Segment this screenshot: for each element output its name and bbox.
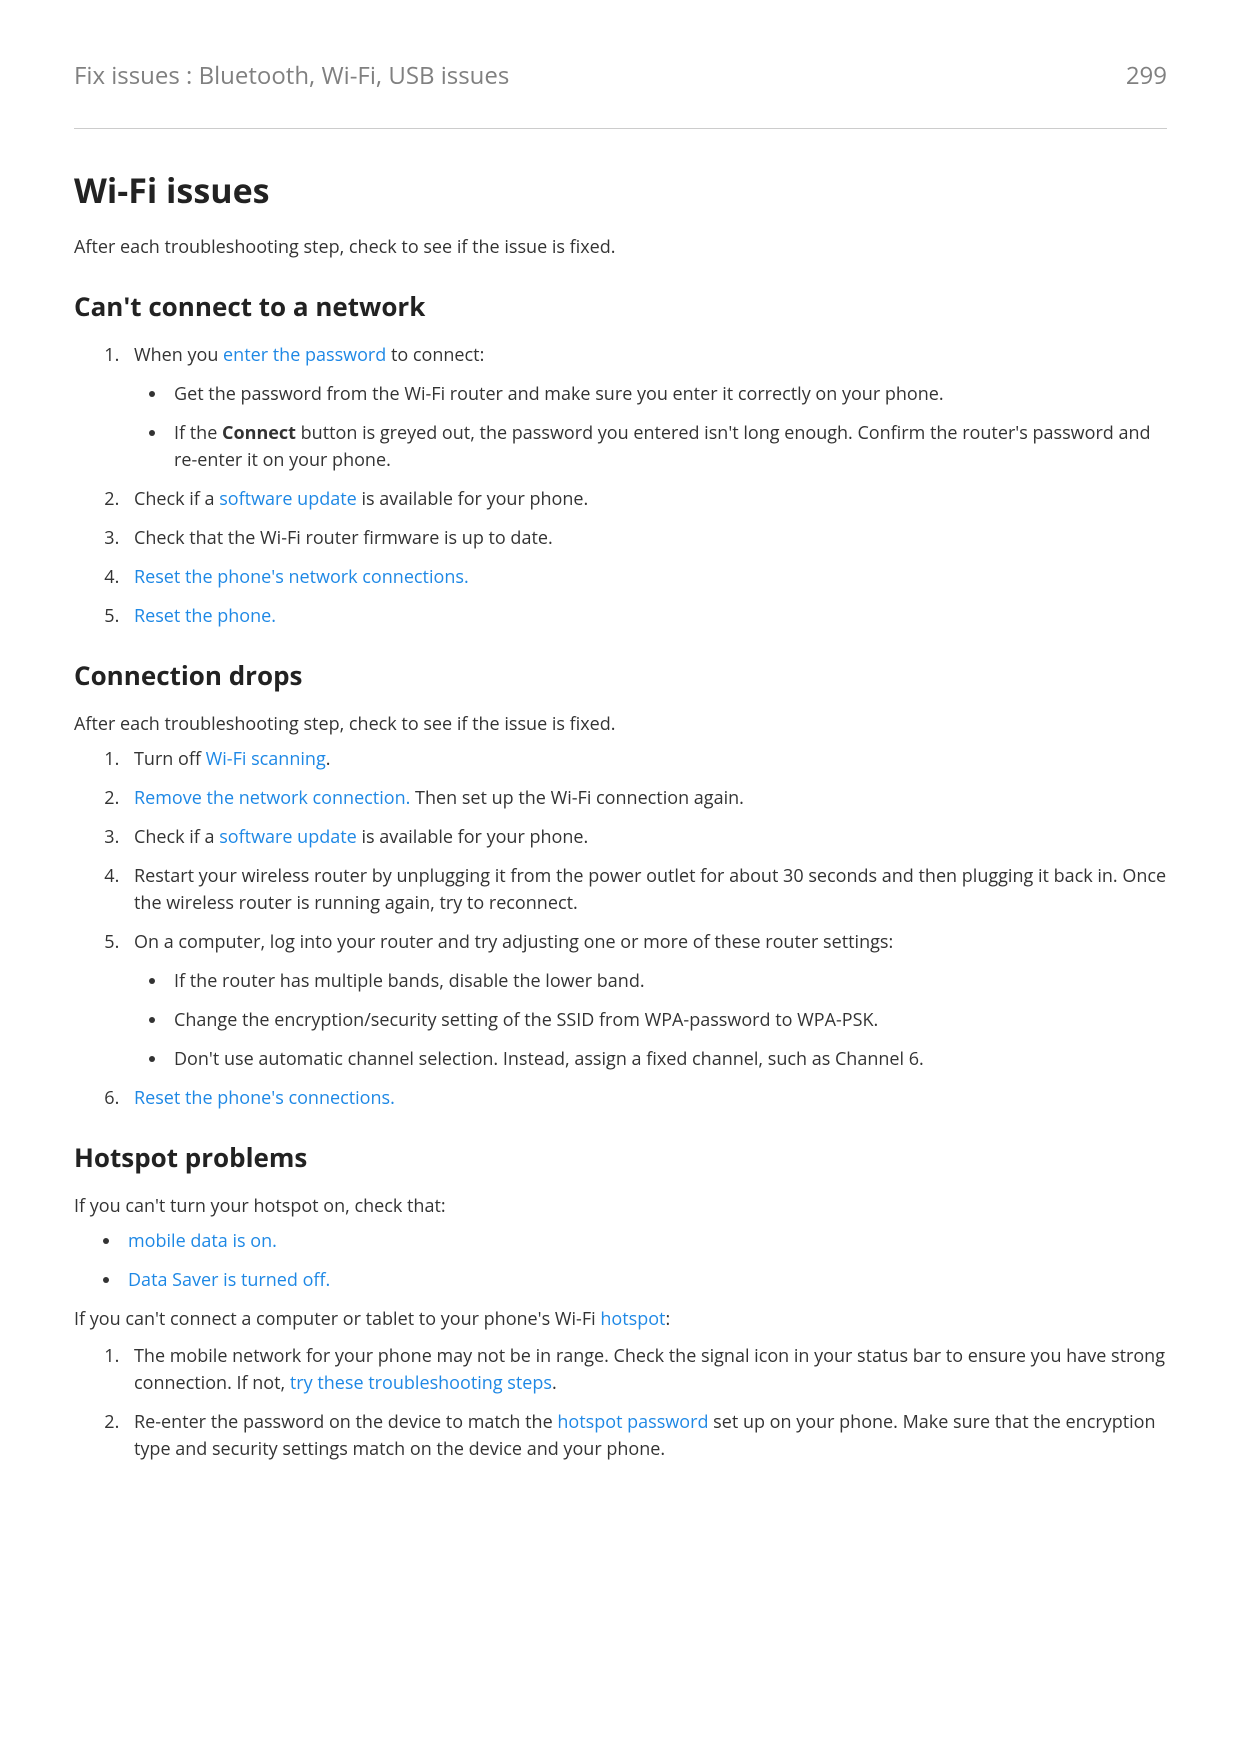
- link-hotspot-password[interactable]: hotspot password: [557, 1410, 708, 1434]
- text: .: [326, 747, 331, 771]
- heading-cant-connect: Can't connect to a network: [74, 287, 1167, 326]
- list-item: Reset the phone's network connections.: [124, 564, 1167, 591]
- link-software-update-2[interactable]: software update: [219, 825, 357, 849]
- link-reset-network[interactable]: Reset the phone's network connections.: [134, 565, 469, 589]
- list-item: If the router has multiple bands, disabl…: [168, 968, 1167, 995]
- list-item: Data Saver is turned off.: [122, 1267, 1167, 1294]
- heading-connection-drops: Connection drops: [74, 656, 1167, 695]
- text: The mobile network for your phone may no…: [134, 1344, 1165, 1395]
- text: If you can't connect a computer or table…: [74, 1307, 600, 1331]
- list-item: Change the encryption/security setting o…: [168, 1007, 1167, 1034]
- link-data-saver-off[interactable]: Data Saver is turned off.: [128, 1268, 330, 1292]
- text: Check if a: [134, 487, 219, 511]
- text: is available for your phone.: [357, 487, 589, 511]
- link-software-update[interactable]: software update: [219, 487, 357, 511]
- link-remove-network[interactable]: Remove the network connection.: [134, 786, 410, 810]
- connection-drops-list: Turn off Wi-Fi scanning. Remove the netw…: [88, 746, 1167, 1112]
- text: Turn off: [134, 747, 206, 771]
- link-troubleshooting-steps[interactable]: try these troubleshooting steps: [290, 1371, 552, 1395]
- list-item: Don't use automatic channel selection. I…: [168, 1046, 1167, 1073]
- text: Check if a: [134, 825, 219, 849]
- intro-text: After each troubleshooting step, check t…: [74, 234, 1167, 261]
- text: .: [552, 1371, 557, 1395]
- header-divider: [74, 128, 1167, 129]
- hotspot-check-list: mobile data is on. Data Saver is turned …: [88, 1228, 1167, 1294]
- intro-text: After each troubleshooting step, check t…: [74, 711, 1167, 738]
- text-strong: Connect: [222, 421, 296, 445]
- list-item: Re-enter the password on the device to m…: [124, 1409, 1167, 1463]
- text: On a computer, log into your router and …: [134, 930, 893, 954]
- paragraph: If you can't connect a computer or table…: [74, 1306, 1167, 1333]
- link-mobile-data-on[interactable]: mobile data is on.: [128, 1229, 277, 1253]
- page-content: Fix issues : Bluetooth, Wi-Fi, USB issue…: [0, 0, 1241, 1535]
- sub-bullets: Get the password from the Wi-Fi router a…: [134, 381, 1167, 474]
- hotspot-steps-list: The mobile network for your phone may no…: [88, 1343, 1167, 1463]
- text: Re-enter the password on the device to m…: [134, 1410, 557, 1434]
- text: is available for your phone.: [357, 825, 589, 849]
- list-item: Reset the phone's connections.: [124, 1085, 1167, 1112]
- list-item: Check if a software update is available …: [124, 486, 1167, 513]
- link-hotspot[interactable]: hotspot: [600, 1307, 665, 1331]
- list-item: Turn off Wi-Fi scanning.: [124, 746, 1167, 773]
- list-item: The mobile network for your phone may no…: [124, 1343, 1167, 1397]
- intro-text: If you can't turn your hotspot on, check…: [74, 1193, 1167, 1220]
- list-item: Check that the Wi-Fi router firmware is …: [124, 525, 1167, 552]
- text: Then set up the Wi-Fi connection again.: [410, 786, 744, 810]
- list-item: Get the password from the Wi-Fi router a…: [168, 381, 1167, 408]
- text: If the: [174, 421, 222, 445]
- list-item: mobile data is on.: [122, 1228, 1167, 1255]
- page-title: Wi-Fi issues: [74, 165, 1167, 216]
- link-wifi-scanning[interactable]: Wi-Fi scanning: [206, 747, 326, 771]
- link-enter-password[interactable]: enter the password: [223, 343, 386, 367]
- cant-connect-list: When you enter the password to connect: …: [88, 342, 1167, 630]
- list-item: Check if a software update is available …: [124, 824, 1167, 851]
- list-item: Reset the phone.: [124, 603, 1167, 630]
- heading-hotspot-problems: Hotspot problems: [74, 1138, 1167, 1177]
- link-reset-connections[interactable]: Reset the phone's connections.: [134, 1086, 395, 1110]
- sub-bullets: If the router has multiple bands, disabl…: [134, 968, 1167, 1073]
- text: :: [665, 1307, 670, 1331]
- list-item: If the Connect button is greyed out, the…: [168, 420, 1167, 474]
- text: When you: [134, 343, 223, 367]
- list-item: Restart your wireless router by unpluggi…: [124, 863, 1167, 917]
- link-reset-phone[interactable]: Reset the phone.: [134, 604, 276, 628]
- page-number: 299: [1126, 58, 1167, 94]
- page-header: Fix issues : Bluetooth, Wi-Fi, USB issue…: [74, 58, 1167, 94]
- list-item: On a computer, log into your router and …: [124, 929, 1167, 1073]
- breadcrumb: Fix issues : Bluetooth, Wi-Fi, USB issue…: [74, 58, 509, 94]
- list-item: When you enter the password to connect: …: [124, 342, 1167, 474]
- list-item: Remove the network connection. Then set …: [124, 785, 1167, 812]
- text: to connect:: [386, 343, 484, 367]
- text: button is greyed out, the password you e…: [174, 421, 1151, 472]
